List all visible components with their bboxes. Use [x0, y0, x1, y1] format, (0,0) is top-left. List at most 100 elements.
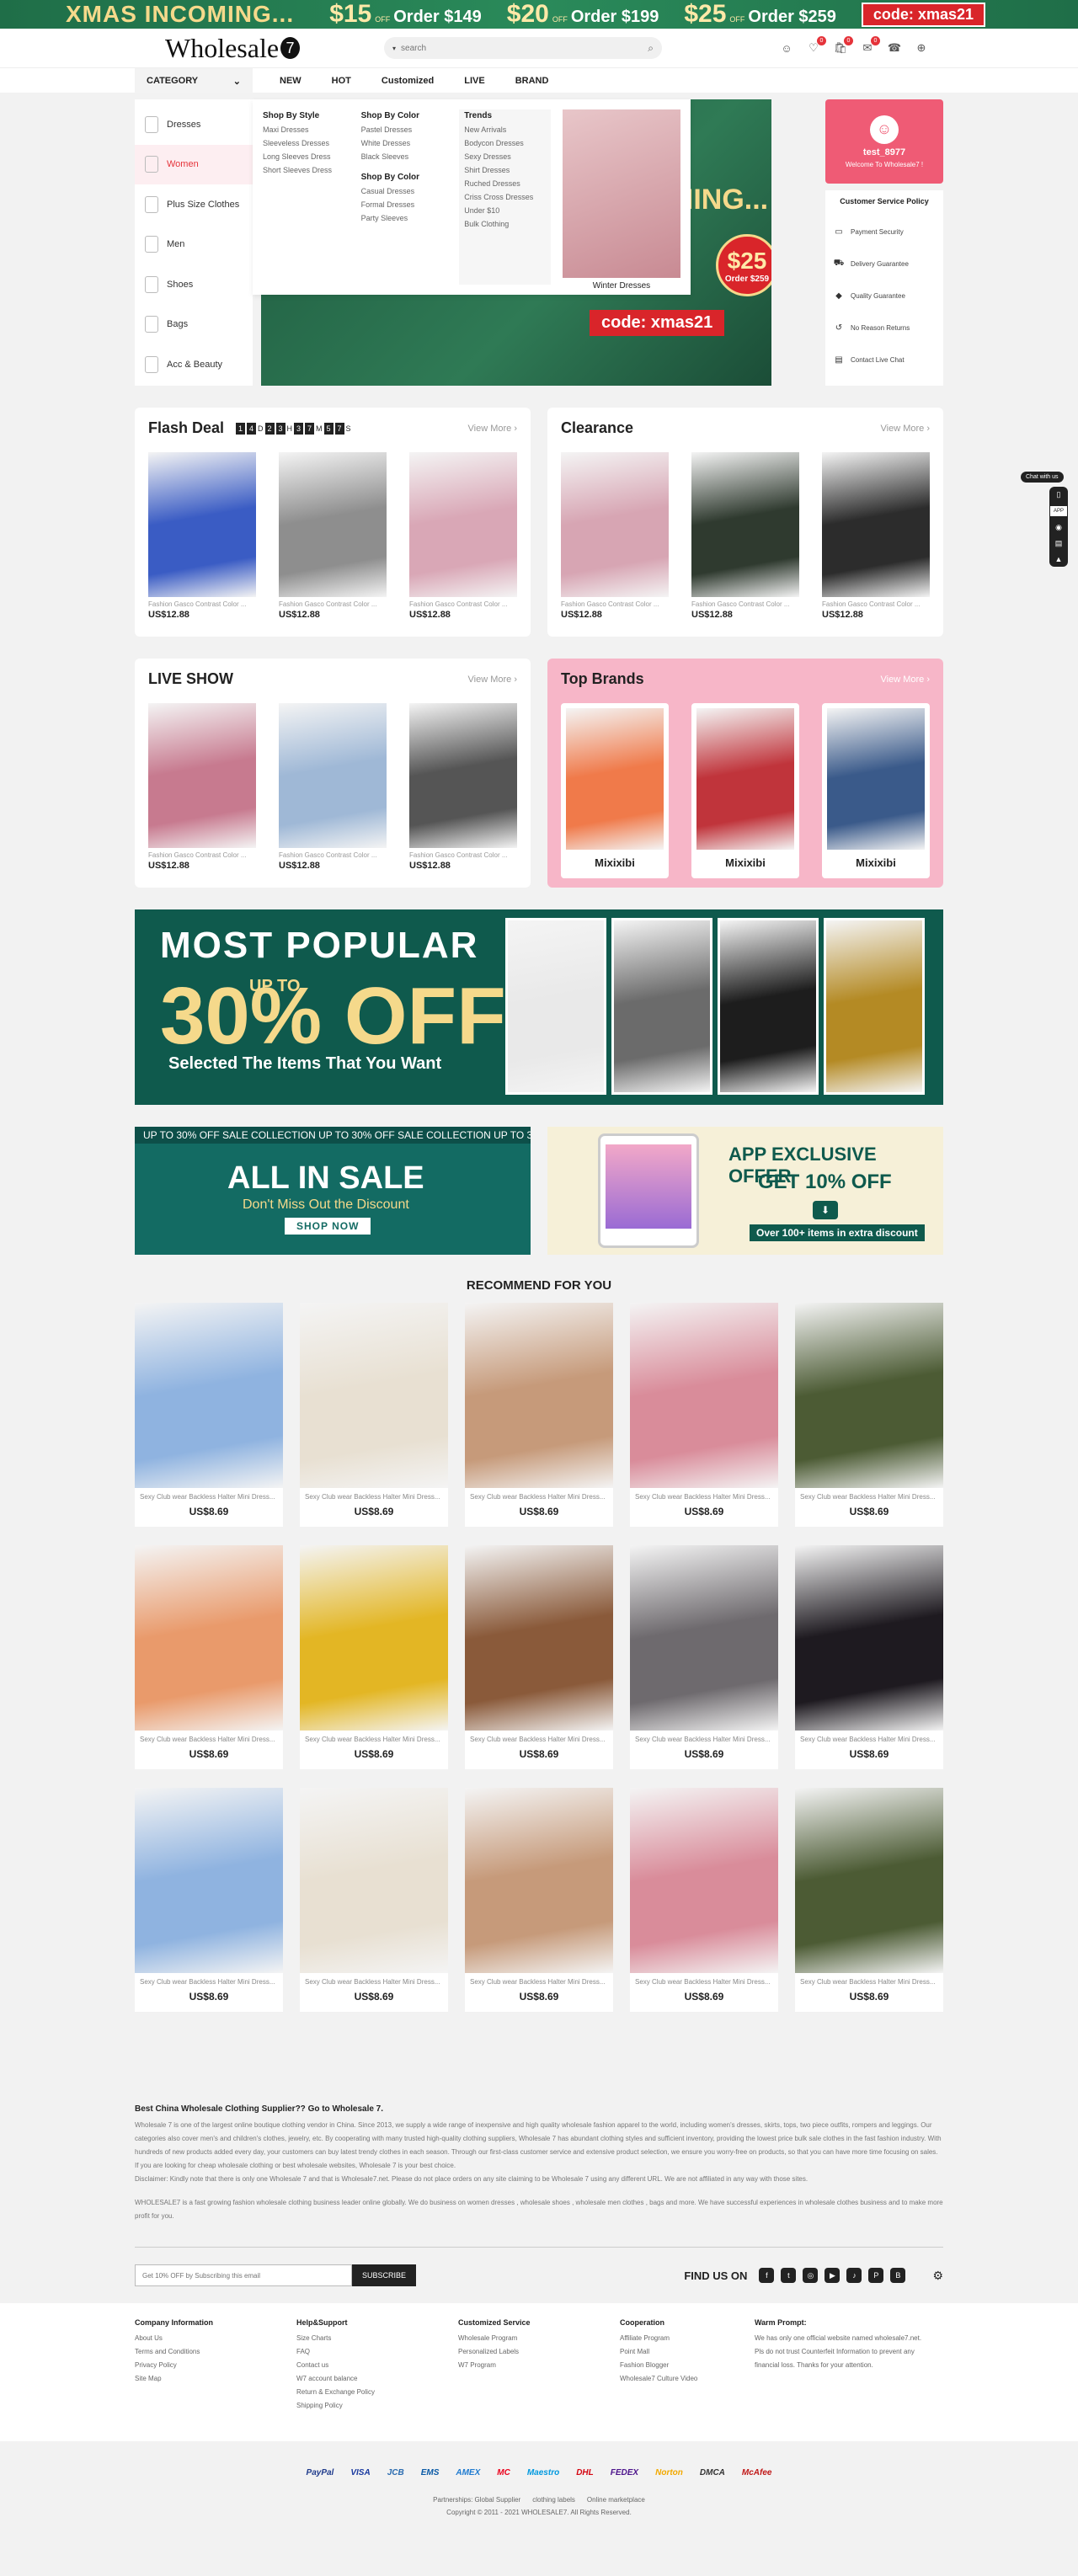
promo-bar[interactable]: XMAS INCOMING... $15 OFF Order $149 $20 … — [0, 0, 1078, 29]
footer-link[interactable]: Wholesale7 Culture Video — [620, 2372, 755, 2386]
recommend-card[interactable]: Sexy Club wear Backless Halter Mini Dres… — [135, 1788, 283, 2012]
cs-item[interactable]: ▭ Payment Security — [834, 216, 935, 248]
product-card[interactable]: Fashion Gasco Contrast Color ... US$12.88 — [279, 703, 387, 871]
mega-link[interactable]: Pastel Dresses — [361, 125, 453, 134]
product-card[interactable]: Fashion Gasco Contrast Color ... US$12.88 — [148, 703, 256, 871]
footer-link[interactable]: Wholesale Program — [458, 2332, 620, 2345]
recommend-card[interactable]: Sexy Club wear Backless Halter Mini Dres… — [300, 1545, 448, 1769]
category-item-men[interactable]: Men — [135, 225, 253, 265]
mega-link[interactable]: Long Sleeves Dress — [263, 152, 355, 161]
product-card[interactable]: Fashion Gasco Contrast Color ... US$12.88 — [561, 452, 669, 620]
recommend-card[interactable]: Sexy Club wear Backless Halter Mini Dres… — [465, 1788, 613, 2012]
footer-link[interactable]: Site Map — [135, 2372, 296, 2386]
brand-card[interactable]: Mixixibi — [561, 703, 669, 878]
heart-icon[interactable]: ♡ 0 — [807, 36, 826, 55]
footer-link[interactable]: Affiliate Program — [620, 2332, 755, 2345]
mega-link[interactable]: Formal Dresses — [361, 200, 453, 209]
cs-item[interactable]: ◆ Quality Guarantee — [834, 280, 935, 312]
nav-new[interactable]: NEW — [280, 76, 302, 86]
recommend-card[interactable]: Sexy Club wear Backless Halter Mini Dres… — [795, 1303, 943, 1527]
mega-link[interactable]: Shirt Dresses — [464, 166, 546, 174]
camera-icon[interactable]: ◉ — [1055, 523, 1062, 532]
copyright-link[interactable]: Online marketplace — [587, 2496, 645, 2504]
category-button[interactable]: CATEGORY ⌄ — [135, 68, 253, 93]
view-more-link[interactable]: View More › — [468, 675, 518, 685]
mega-link[interactable]: Sexy Dresses — [464, 152, 546, 161]
instagram-icon[interactable]: ◎ — [803, 2268, 819, 2283]
recommend-card[interactable]: Sexy Club wear Backless Halter Mini Dres… — [465, 1545, 613, 1769]
cs-item[interactable]: ▤ Contact Live Chat — [834, 344, 935, 376]
android-icon[interactable]: ⚙ — [932, 2269, 943, 2283]
category-item-plus-size[interactable]: Plus Size Clothes — [135, 184, 253, 225]
category-item-women[interactable]: Women — [135, 144, 253, 184]
recommend-card[interactable]: Sexy Club wear Backless Halter Mini Dres… — [135, 1545, 283, 1769]
footer-link[interactable]: Terms and Conditions — [135, 2345, 296, 2359]
youtube-icon[interactable]: ▶ — [825, 2268, 841, 2283]
download-icon[interactable]: ⬇ — [813, 1201, 838, 1219]
recommend-card[interactable]: Sexy Club wear Backless Halter Mini Dres… — [300, 1303, 448, 1527]
recommend-card[interactable]: Sexy Club wear Backless Halter Mini Dres… — [630, 1545, 778, 1769]
product-card[interactable]: Fashion Gasco Contrast Color ... US$12.88 — [822, 452, 930, 620]
footer-link[interactable]: Personalized Labels — [458, 2345, 620, 2359]
mega-link[interactable]: Bodycon Dresses — [464, 139, 546, 147]
footer-link[interactable]: Point Mall — [620, 2345, 755, 2359]
product-card[interactable]: Fashion Gasco Contrast Color ... US$12.88 — [279, 452, 387, 620]
footer-link[interactable]: Privacy Policy — [135, 2359, 296, 2372]
nav-brand[interactable]: BRAND — [515, 76, 549, 86]
mega-link[interactable]: Sleeveless Dresses — [263, 139, 355, 147]
tiktok-icon[interactable]: ♪ — [846, 2268, 862, 2283]
mega-link[interactable]: Black Sleeves — [361, 152, 453, 161]
product-card[interactable]: Fashion Gasco Contrast Color ... US$12.88 — [409, 703, 517, 871]
most-popular-banner[interactable]: MOST POPULAR 30% OFF UP TO Selected The … — [135, 909, 943, 1105]
chat-icon[interactable]: ▤ — [1055, 539, 1063, 548]
recommend-card[interactable]: Sexy Club wear Backless Halter Mini Dres… — [795, 1545, 943, 1769]
recommend-card[interactable]: Sexy Club wear Backless Halter Mini Dres… — [135, 1303, 283, 1527]
scroll-top-icon[interactable]: ▲ — [1055, 555, 1063, 563]
cs-item[interactable]: ⛟ Delivery Guarantee — [834, 248, 935, 280]
recommend-card[interactable]: Sexy Club wear Backless Halter Mini Dres… — [630, 1303, 778, 1527]
footer-link[interactable]: Fashion Blogger — [620, 2359, 755, 2372]
search-bar[interactable]: ▾ ⌕ — [384, 37, 662, 59]
mega-link[interactable]: Maxi Dresses — [263, 125, 355, 134]
mega-link[interactable]: Casual Dresses — [361, 187, 453, 195]
footer-link[interactable]: FAQ — [296, 2345, 458, 2359]
copyright-link[interactable]: Partnerships: Global Supplier — [433, 2496, 520, 2504]
cart-icon[interactable]: 🛍 0 — [834, 36, 853, 55]
user-card[interactable]: ☺ test_8977 Welcome To Wholesale7 ! — [825, 99, 943, 184]
search-icon[interactable]: ⌕ — [648, 42, 654, 55]
footer-link[interactable]: W7 Program — [458, 2359, 620, 2372]
footer-link[interactable]: Return & Exchange Policy — [296, 2386, 458, 2399]
footer-link[interactable]: Contact us — [296, 2359, 458, 2372]
twitter-icon[interactable]: t — [781, 2268, 797, 2283]
pinterest-icon[interactable]: P — [868, 2268, 884, 2283]
mega-link[interactable]: Under $10 — [464, 206, 546, 215]
blog-icon[interactable]: B — [890, 2268, 906, 2283]
support-icon[interactable]: ☎ — [888, 41, 901, 55]
user-icon[interactable]: ☺ — [780, 41, 793, 55]
search-input[interactable] — [401, 43, 643, 53]
product-card[interactable]: Fashion Gasco Contrast Color ... US$12.88 — [691, 452, 799, 620]
all-in-sale-banner[interactable]: UP TO 30% OFF SALE COLLECTION UP TO 30% … — [135, 1127, 531, 1255]
mega-link[interactable]: Criss Cross Dresses — [464, 193, 546, 201]
app-label[interactable]: APP — [1050, 506, 1067, 516]
mega-link[interactable]: New Arrivals — [464, 125, 546, 134]
category-item-dresses[interactable]: Dresses — [135, 104, 253, 145]
email-field[interactable] — [135, 2264, 352, 2286]
product-card[interactable]: Fashion Gasco Contrast Color ... US$12.88 — [409, 452, 517, 620]
mega-link[interactable]: Short Sleeves Dress — [263, 166, 355, 174]
recommend-card[interactable]: Sexy Club wear Backless Halter Mini Dres… — [795, 1788, 943, 2012]
footer-link[interactable]: W7 account balance — [296, 2372, 458, 2386]
recommend-card[interactable]: Sexy Club wear Backless Halter Mini Dres… — [300, 1788, 448, 2012]
view-more-link[interactable]: View More › — [881, 424, 931, 434]
brand-card[interactable]: Mixixibi — [822, 703, 930, 878]
category-item-bags[interactable]: Bags — [135, 305, 253, 345]
view-more-link[interactable]: View More › — [881, 675, 931, 685]
facebook-icon[interactable]: f — [759, 2268, 775, 2283]
brand-card[interactable]: Mixixibi — [691, 703, 799, 878]
nav-customized[interactable]: Customized — [382, 76, 434, 86]
mega-link[interactable]: Party Sleeves — [361, 214, 453, 222]
footer-link[interactable]: About Us — [135, 2332, 296, 2345]
nav-hot[interactable]: HOT — [332, 76, 351, 86]
mega-link[interactable]: White Dresses — [361, 139, 453, 147]
app-offer-banner[interactable]: APP EXCLUSIVE OFFER GET 10% OFF ⬇ Over 1… — [547, 1127, 943, 1255]
